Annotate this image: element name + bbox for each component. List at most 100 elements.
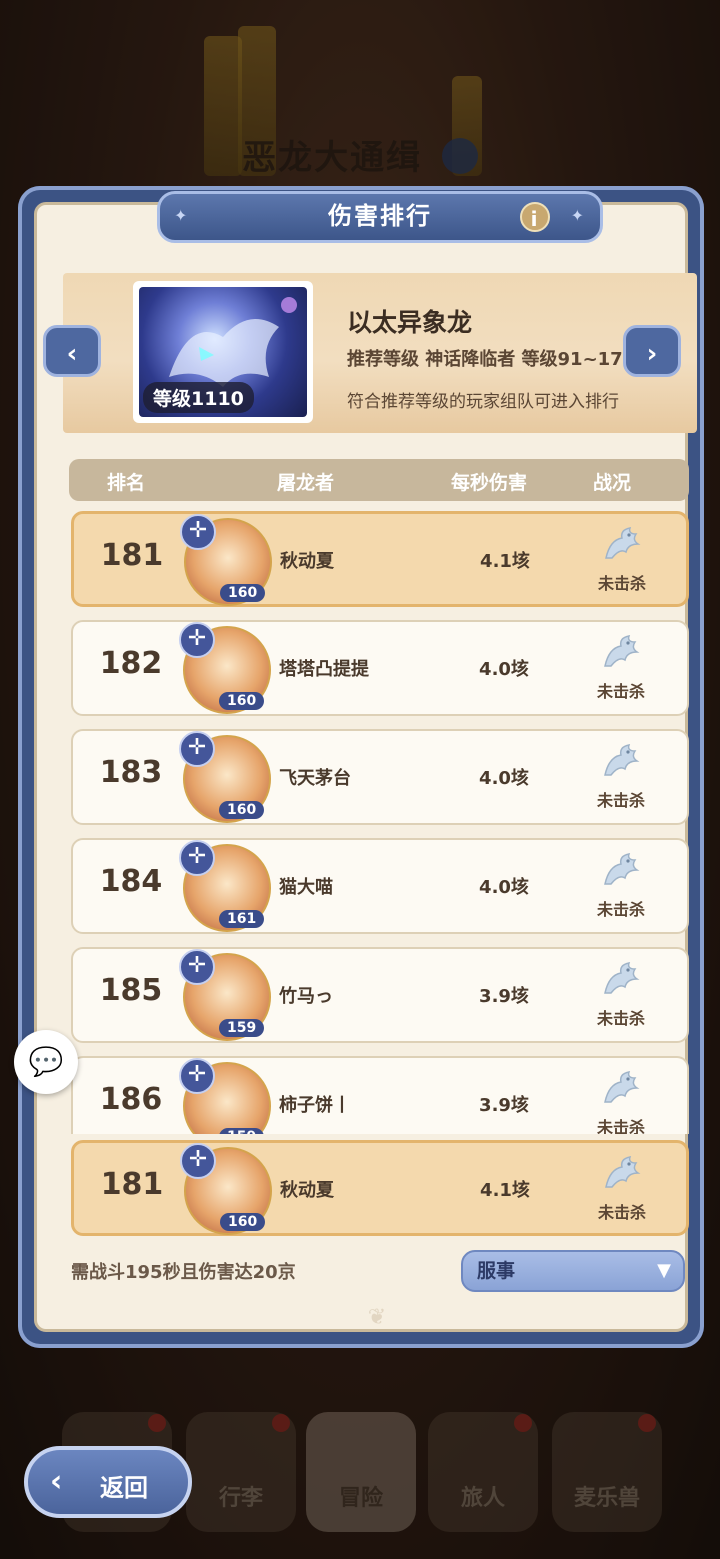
player-name: 塔塔凸提提 <box>279 659 369 680</box>
player-name: 猫大喵 <box>279 877 333 898</box>
damage-per-second: 4.0垓 <box>479 768 529 789</box>
damage-per-second: 4.0垓 <box>479 659 529 680</box>
rank-number: 182 <box>99 646 163 681</box>
boss-level-badge: 等级1110 <box>143 382 254 413</box>
server-select[interactable]: 服事 ▼ <box>461 1250 685 1292</box>
clan-emblem-icon: ✛ <box>179 731 215 767</box>
avatar[interactable]: ✛ 160 <box>180 1143 272 1235</box>
battle-status: 未击杀 <box>573 1066 669 1134</box>
chevron-down-icon: ▼ <box>657 1260 671 1281</box>
player-level: 160 <box>220 1213 266 1231</box>
rank-number: 181 <box>100 538 164 573</box>
damage-per-second: 3.9垓 <box>479 986 529 1007</box>
dragon-status-icon <box>604 962 640 994</box>
status-text: 未击杀 <box>596 682 645 701</box>
battle-status: 未击杀 <box>573 957 669 1029</box>
rank-number: 183 <box>99 755 163 790</box>
panel-body: ✦ 伤害排行 i ✦ 等级1110 以太异象龙 推荐等级 神话降临者 等级91~… <box>34 191 697 1332</box>
my-rank-row[interactable]: 181 ✛ 160 秋动夏 4.1垓 未击杀 <box>71 511 689 607</box>
player-level: 161 <box>219 910 265 928</box>
rank-number: 185 <box>99 973 163 1008</box>
table-header: 排名 屠龙者 每秒伤害 战况 <box>69 459 689 501</box>
player-name: 秋动夏 <box>280 551 334 572</box>
dragon-status-icon <box>604 744 640 776</box>
clan-emblem-icon: ✛ <box>180 514 216 550</box>
boss-portrait: 等级1110 <box>133 281 313 423</box>
back-button-label: 返回 <box>100 1474 148 1502</box>
boss-info: 等级1110 以太异象龙 推荐等级 神话降临者 等级91~170 符合推荐等级的… <box>63 273 697 433</box>
boss-recommend-level: 推荐等级 神话降临者 等级91~170 <box>347 349 636 370</box>
player-name: 竹马っ <box>279 986 333 1007</box>
damage-per-second: 3.9垓 <box>479 1095 529 1116</box>
dragon-status-icon <box>605 527 641 559</box>
avatar[interactable]: ✛ 161 <box>179 840 271 932</box>
star-icon: ✦ <box>174 206 190 225</box>
table-row[interactable]: 186 ✛ 159 柿子饼丨 3.9垓 未击杀 <box>71 1056 689 1134</box>
table-row[interactable]: 182 ✛ 160 塔塔凸提提 4.0垓 未击杀 <box>71 620 689 716</box>
header-player: 屠龙者 <box>277 472 335 494</box>
header-status: 战况 <box>593 472 632 494</box>
battle-status: 未击杀 <box>574 1151 670 1223</box>
player-level: 160 <box>220 584 266 602</box>
battle-status: 未击杀 <box>574 522 670 594</box>
player-level: 160 <box>219 692 265 710</box>
star-icon: ✦ <box>570 206 586 225</box>
rank-number: 181 <box>100 1167 164 1202</box>
rank-number: 184 <box>99 864 163 899</box>
ornament-icon: ❦ <box>367 1305 387 1330</box>
status-text: 未击杀 <box>596 1118 645 1134</box>
dragon-status-icon <box>605 1156 641 1188</box>
battle-status: 未击杀 <box>573 739 669 811</box>
back-button[interactable]: ‹ 返回 <box>24 1446 192 1518</box>
header-dps: 每秒伤害 <box>451 472 528 494</box>
damage-per-second: 4.0垓 <box>479 877 529 898</box>
player-name: 秋动夏 <box>280 1180 334 1201</box>
battle-status: 未击杀 <box>573 848 669 920</box>
dragon-art: 等级1110 <box>139 287 307 417</box>
player-level: 160 <box>219 801 265 819</box>
dragon-status-icon <box>604 635 640 667</box>
player-level: 159 <box>219 1019 265 1037</box>
chat-icon[interactable]: 💬 <box>14 1030 78 1094</box>
table-row[interactable]: 183 ✛ 160 飞天茅台 4.0垓 未击杀 <box>71 729 689 825</box>
clan-emblem-icon: ✛ <box>179 622 215 658</box>
footer-requirement: 需战斗195秒且伤害达20京 <box>71 1262 296 1283</box>
damage-ranking-panel: ✦ 伤害排行 i ✦ 等级1110 以太异象龙 推荐等级 神话降临者 等级91~… <box>18 186 704 1348</box>
status-text: 未击杀 <box>597 574 646 593</box>
next-boss-button[interactable]: › <box>623 325 681 377</box>
damage-per-second: 4.1垓 <box>480 1180 530 1201</box>
avatar[interactable]: ✛ 159 <box>179 1058 271 1134</box>
rank-number: 186 <box>99 1082 163 1117</box>
table-row[interactable]: 184 ✛ 161 猫大喵 4.0垓 未击杀 <box>71 838 689 934</box>
clan-emblem-icon: ✛ <box>180 1143 216 1179</box>
server-select-value: 服事 <box>477 1260 516 1282</box>
panel-title: 伤害排行 <box>328 202 432 230</box>
status-text: 未击杀 <box>596 1009 645 1028</box>
avatar[interactable]: ✛ 160 <box>180 514 272 606</box>
back-arrow-icon: ‹ <box>50 1464 63 1499</box>
player-name: 柿子饼丨 <box>279 1095 351 1116</box>
avatar[interactable]: ✛ 160 <box>179 731 271 823</box>
status-text: 未击杀 <box>596 900 645 919</box>
clan-emblem-icon: ✛ <box>179 840 215 876</box>
info-icon[interactable]: i <box>520 202 550 232</box>
prev-boss-button[interactable]: ‹ <box>43 325 101 377</box>
clan-emblem-icon: ✛ <box>179 949 215 985</box>
dragon-status-icon <box>604 853 640 885</box>
header-rank: 排名 <box>107 472 146 494</box>
avatar[interactable]: ✛ 160 <box>179 622 271 714</box>
player-name: 飞天茅台 <box>279 768 351 789</box>
clan-emblem-icon: ✛ <box>179 1058 215 1094</box>
status-text: 未击杀 <box>597 1203 646 1222</box>
dragon-status-icon <box>604 1071 640 1103</box>
player-level: 159 <box>219 1128 265 1134</box>
boss-requirement: 符合推荐等级的玩家组队可进入排行 <box>347 392 619 412</box>
battle-status: 未击杀 <box>573 630 669 702</box>
damage-per-second: 4.1垓 <box>480 551 530 572</box>
my-rank-row[interactable]: 181 ✛ 160 秋动夏 4.1垓 未击杀 <box>71 1140 689 1236</box>
table-row[interactable]: 185 ✛ 159 竹马っ 3.9垓 未击杀 <box>71 947 689 1043</box>
boss-name: 以太异象龙 <box>347 308 473 337</box>
panel-header: ✦ 伤害排行 i ✦ <box>157 191 603 243</box>
avatar[interactable]: ✛ 159 <box>179 949 271 1041</box>
status-text: 未击杀 <box>596 791 645 810</box>
